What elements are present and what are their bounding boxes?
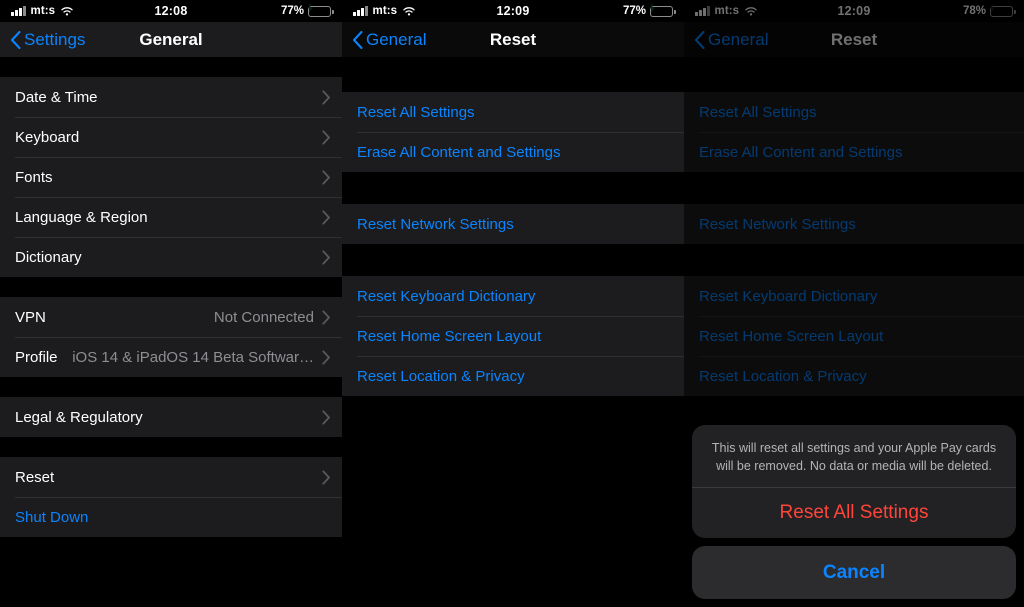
list-section-legal: Legal & Regulatory bbox=[0, 397, 342, 437]
chevron-right-icon bbox=[322, 409, 330, 425]
section-gap bbox=[0, 277, 342, 297]
list-item-reset[interactable]: Reset bbox=[0, 457, 342, 497]
back-button-general[interactable]: General bbox=[352, 30, 426, 50]
action-sheet-message: This will reset all settings and your Ap… bbox=[692, 425, 1016, 488]
list-item[interactable]: Dictionary bbox=[0, 237, 342, 277]
back-button-settings[interactable]: Settings bbox=[10, 30, 85, 50]
chevron-right-icon bbox=[322, 169, 330, 185]
navigation-bar: General Reset bbox=[342, 22, 684, 57]
panel-reset-confirm-sheet: mt:s 12:09 78% General Reset bbox=[684, 0, 1024, 607]
section-gap bbox=[0, 437, 342, 457]
list-item[interactable]: Language & Region bbox=[0, 197, 342, 237]
panel-general-settings: mt:s 12:08 77% Settings General Date & T… bbox=[0, 0, 342, 607]
navigation-bar: Settings General bbox=[0, 22, 342, 57]
chevron-right-icon bbox=[322, 89, 330, 105]
list-item-label: Reset Keyboard Dictionary bbox=[357, 287, 536, 305]
list-item-label: Date & Time bbox=[15, 88, 98, 106]
list-item-label: Reset All Settings bbox=[357, 103, 475, 121]
chevron-left-icon bbox=[352, 30, 363, 49]
section-gap bbox=[0, 377, 342, 397]
settings-list: Date & Time Keyboard Fonts Language & Re… bbox=[0, 57, 342, 537]
back-button-label: General bbox=[366, 29, 427, 49]
list-item-legal-regulatory[interactable]: Legal & Regulatory bbox=[0, 397, 342, 437]
list-item-reset-keyboard-dictionary[interactable]: Reset Keyboard Dictionary bbox=[342, 276, 684, 316]
battery-charging-icon bbox=[649, 2, 676, 17]
list-item-label: Dictionary bbox=[15, 248, 82, 266]
section-gap bbox=[342, 172, 684, 204]
panel-reset-menu: mt:s 12:09 77% General Reset Reset All S… bbox=[342, 0, 684, 607]
list-section-network: Reset Network Settings bbox=[342, 204, 684, 244]
cancel-button[interactable]: Cancel bbox=[692, 546, 1016, 599]
action-sheet: This will reset all settings and your Ap… bbox=[692, 424, 1016, 599]
list-item-label: Reset bbox=[15, 468, 55, 486]
list-section-reset-erase: Reset All Settings Erase All Content and… bbox=[342, 92, 684, 172]
list-item[interactable]: Date & Time bbox=[0, 77, 342, 117]
list-item-shut-down[interactable]: Shut Down bbox=[0, 497, 342, 537]
list-item-label: Legal & Regulatory bbox=[15, 408, 143, 426]
list-item-label: Language & Region bbox=[15, 208, 148, 226]
chevron-right-icon bbox=[322, 469, 330, 485]
action-sheet-card: This will reset all settings and your Ap… bbox=[692, 424, 1016, 538]
list-item-profile[interactable]: Profile iOS 14 & iPadOS 14 Beta Softwar… bbox=[0, 337, 342, 377]
section-gap bbox=[342, 244, 684, 276]
battery-percent-label: 77% bbox=[622, 5, 646, 17]
chevron-right-icon bbox=[322, 349, 330, 365]
reset-all-settings-button[interactable]: Reset All Settings bbox=[692, 488, 1016, 538]
list-section-reset-shutdown: Reset Shut Down bbox=[0, 457, 342, 537]
list-item-label: Reset Home Screen Layout bbox=[357, 327, 542, 345]
list-section-datetime: Date & Time Keyboard Fonts Language & Re… bbox=[0, 77, 342, 277]
status-bar-right: 77% bbox=[622, 2, 676, 17]
reset-list: Reset All Settings Erase All Content and… bbox=[342, 57, 684, 396]
list-item-reset-location-privacy[interactable]: Reset Location & Privacy bbox=[342, 356, 684, 396]
list-item[interactable]: Keyboard bbox=[0, 117, 342, 157]
list-item-vpn[interactable]: VPN Not Connected bbox=[0, 297, 342, 337]
chevron-right-icon bbox=[322, 129, 330, 145]
list-item-erase-all-content[interactable]: Erase All Content and Settings bbox=[342, 132, 684, 172]
list-item-value: iOS 14 & iPadOS 14 Beta Softwar… bbox=[72, 348, 314, 366]
list-item-label: Profile bbox=[15, 348, 58, 366]
list-item-reset-network-settings[interactable]: Reset Network Settings bbox=[342, 204, 684, 244]
list-item-label: Erase All Content and Settings bbox=[357, 143, 561, 161]
battery-charging-icon bbox=[307, 2, 334, 17]
status-bar: mt:s 12:08 77% bbox=[0, 0, 342, 22]
battery-percent-label: 77% bbox=[280, 5, 304, 17]
list-item-label: Shut Down bbox=[15, 508, 89, 526]
section-gap bbox=[342, 57, 684, 92]
list-item-label: Reset Location & Privacy bbox=[357, 367, 525, 385]
list-item-label: VPN bbox=[15, 308, 46, 326]
back-button-label: Settings bbox=[24, 29, 86, 49]
list-item-reset-home-screen-layout[interactable]: Reset Home Screen Layout bbox=[342, 316, 684, 356]
chevron-right-icon bbox=[322, 209, 330, 225]
status-bar: mt:s 12:09 77% bbox=[342, 0, 684, 22]
list-section-misc-reset: Reset Keyboard Dictionary Reset Home Scr… bbox=[342, 276, 684, 396]
section-gap bbox=[0, 57, 342, 77]
chevron-right-icon bbox=[322, 249, 330, 265]
chevron-left-icon bbox=[10, 30, 21, 49]
status-bar-right: 77% bbox=[280, 2, 334, 17]
list-item-reset-all-settings[interactable]: Reset All Settings bbox=[342, 92, 684, 132]
chevron-right-icon bbox=[322, 309, 330, 325]
list-item[interactable]: Fonts bbox=[0, 157, 342, 197]
list-item-value: Not Connected bbox=[213, 308, 314, 326]
three-panel-screenshot-strip: mt:s 12:08 77% Settings General Date & T… bbox=[0, 0, 1024, 607]
list-item-label: Keyboard bbox=[15, 128, 80, 146]
list-section-vpn-profile: VPN Not Connected Profile iOS 14 & iPadOS … bbox=[0, 297, 342, 377]
list-item-label: Reset Network Settings bbox=[357, 215, 514, 233]
list-item-label: Fonts bbox=[15, 168, 53, 186]
